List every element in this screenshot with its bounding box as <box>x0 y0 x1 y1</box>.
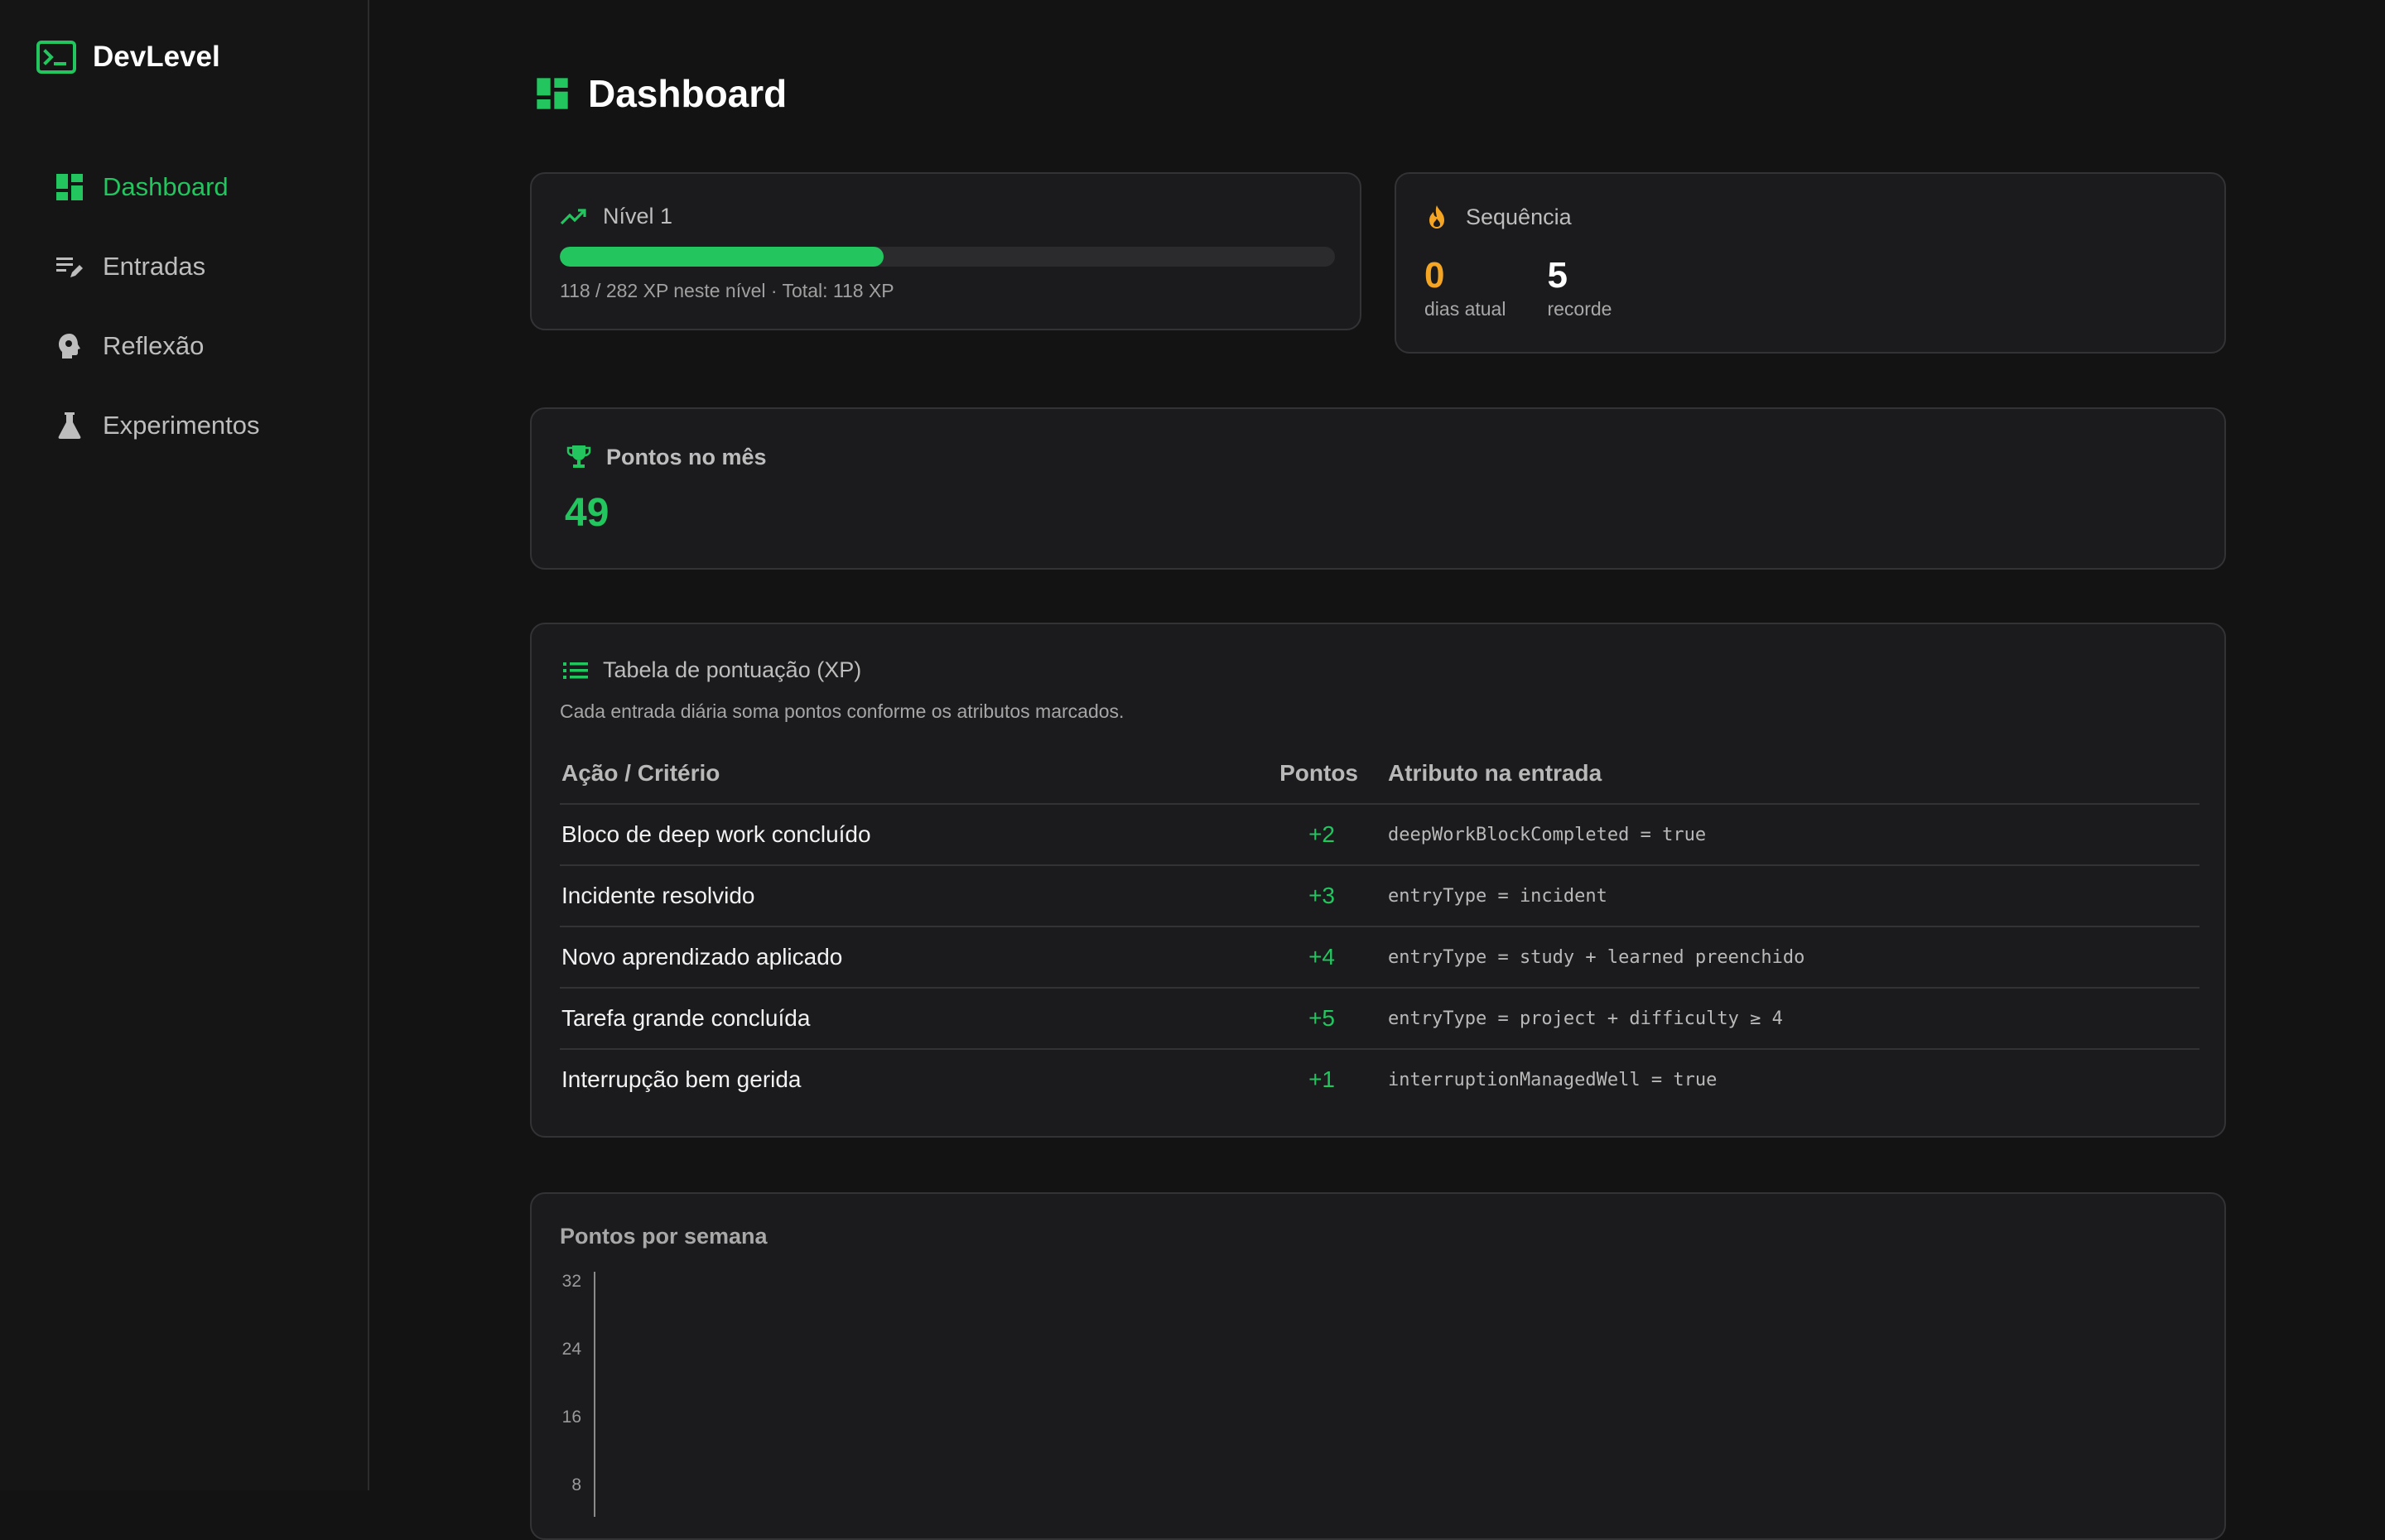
month-points-value: 49 <box>565 491 610 535</box>
column-header-action: Ação / Critério <box>560 744 1242 805</box>
row-points: +4 <box>1242 926 1358 989</box>
dashboard-icon <box>537 78 568 109</box>
xp-table-card: Tabela de pontuação (XP) Cada entrada di… <box>530 623 2226 1138</box>
row-action: Novo aprendizado aplicado <box>560 926 1242 989</box>
sidebar: DevLevel Dashboard Entradas Reflexão Exp… <box>0 0 369 1490</box>
level-subtitle: 118 / 282 XP neste nível · Total: 118 XP <box>560 280 894 301</box>
streak-title: Sequência <box>1466 204 1572 229</box>
row-attribute: entryType = project + difficulty ≥ 4 <box>1358 988 2200 1050</box>
xp-progress-bar <box>560 247 1335 267</box>
row-attribute: entryType = incident <box>1358 865 2200 927</box>
sidebar-item-label: Dashboard <box>103 172 229 201</box>
row-points: +3 <box>1242 865 1358 927</box>
trophy-icon <box>566 445 591 468</box>
level-title: Nível 1 <box>603 204 673 229</box>
current-streak: 0 dias atual <box>1424 255 1506 320</box>
column-header-attribute: Atributo na entrada <box>1358 744 2200 805</box>
record-streak-value: 5 <box>1547 255 1568 296</box>
level-card: Nível 1 118 / 282 XP neste nível · Total… <box>530 172 1361 330</box>
row-action: Tarefa grande concluída <box>560 988 1242 1050</box>
page-header: Dashboard <box>535 72 788 115</box>
sidebar-item-experimentos[interactable]: Experimentos <box>55 386 260 465</box>
page-title: Dashboard <box>588 72 788 115</box>
weekly-points-chart: 32 24 16 8 <box>562 1272 595 1517</box>
sidebar-item-label: Experimentos <box>103 411 260 440</box>
row-attribute: deepWorkBlockCompleted = true <box>1358 804 2200 866</box>
streak-stats: 0 dias atual 5 recorde <box>1424 255 1653 320</box>
terminal-icon <box>36 41 76 74</box>
sidebar-item-reflexao[interactable]: Reflexão <box>55 306 260 386</box>
y-tick-label: 32 <box>562 1272 581 1291</box>
row-points: +5 <box>1242 988 1358 1050</box>
sidebar-item-label: Reflexão <box>103 331 205 360</box>
month-points-card: Pontos no mês 49 <box>530 407 2226 570</box>
y-tick-label: 16 <box>562 1408 581 1427</box>
row-points: +1 <box>1308 1066 1335 1092</box>
y-tick-label: 8 <box>571 1475 581 1494</box>
month-points-title: Pontos no mês <box>606 444 767 469</box>
sidebar-item-label: Entradas <box>103 252 206 281</box>
record-streak: 5 recorde <box>1547 255 1612 320</box>
sidebar-item-dashboard[interactable]: Dashboard <box>55 147 260 227</box>
table-row: Incidente resolvido +3 entryType = incid… <box>560 865 2200 927</box>
flask-icon <box>55 411 84 440</box>
xp-table-description: Cada entrada diária soma pontos conforme… <box>560 700 1125 722</box>
list-icon <box>563 662 588 679</box>
y-tick-label: 24 <box>562 1340 582 1359</box>
streak-card-header: Sequência <box>1424 204 1572 230</box>
current-streak-label: dias atual <box>1424 298 1506 320</box>
row-attribute: entryType = study + learned preenchido <box>1358 926 2200 989</box>
streak-card: Sequência 0 dias atual 5 recorde <box>1395 172 2226 354</box>
record-streak-label: recorde <box>1547 298 1612 320</box>
row-points: +2 <box>1242 804 1358 866</box>
dashboard-icon <box>55 172 84 202</box>
row-action: Incidente resolvido <box>560 865 1242 927</box>
trending-up-icon <box>560 208 586 224</box>
month-points-header: Pontos no mês <box>566 444 767 470</box>
head-gear-icon <box>55 331 84 361</box>
row-action: Interrupção bem gerida <box>561 1066 802 1092</box>
level-card-header: Nível 1 <box>560 204 672 229</box>
fire-icon <box>1429 205 1444 229</box>
app-name: DevLevel <box>93 41 220 73</box>
edit-list-icon <box>55 252 84 282</box>
current-streak-value: 0 <box>1424 255 1445 296</box>
table-row: Tarefa grande concluída +5 entryType = p… <box>560 988 2200 1050</box>
table-header-row: Ação / Critério Pontos Atributo na entra… <box>560 744 2200 805</box>
sidebar-item-entradas[interactable]: Entradas <box>55 227 260 306</box>
sidebar-nav: Dashboard Entradas Reflexão Experimentos <box>55 147 260 465</box>
brand[interactable]: DevLevel <box>36 38 220 76</box>
table-row: Interrupção bem gerida +1 interruptionMa… <box>560 1049 2200 1109</box>
row-attribute: interruptionManagedWell = true <box>1388 1069 1718 1090</box>
weekly-points-chart-card: Pontos por semana 32 24 16 8 <box>530 1192 2226 1540</box>
xp-table-title: Tabela de pontuação (XP) <box>603 657 862 682</box>
chart-title: Pontos por semana <box>560 1224 768 1249</box>
table-row: Bloco de deep work concluído +2 deepWork… <box>560 804 2200 866</box>
xp-progress-fill <box>560 247 884 267</box>
xp-table: Ação / Critério Pontos Atributo na entra… <box>560 744 2200 1109</box>
row-action: Bloco de deep work concluído <box>560 804 1242 866</box>
xp-table-header: Tabela de pontuação (XP) <box>563 657 861 683</box>
column-header-points: Pontos <box>1242 744 1358 805</box>
table-row: Novo aprendizado aplicado +4 entryType =… <box>560 926 2200 989</box>
